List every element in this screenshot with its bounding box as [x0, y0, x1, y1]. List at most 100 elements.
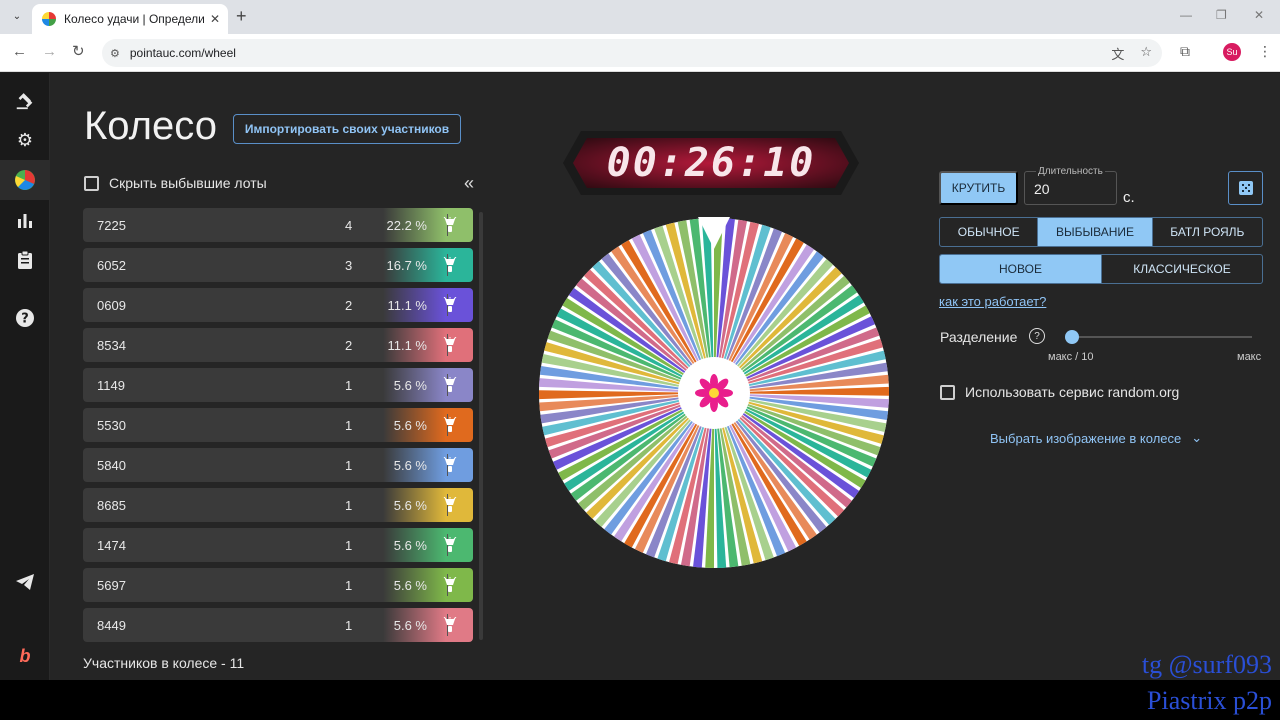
lot-name: 5530 — [97, 418, 126, 433]
close-window-icon[interactable]: ✕ — [1254, 8, 1264, 22]
lot-row[interactable]: 1474 1 5.6 % — [83, 528, 473, 562]
lot-lamp-icon[interactable] — [441, 496, 459, 514]
lot-count: 1 — [345, 618, 353, 633]
lot-row[interactable]: 0609 2 11.1 % — [83, 288, 473, 322]
lot-percent: 5.6 % — [393, 418, 427, 433]
lot-percent: 5.6 % — [393, 498, 427, 513]
random-dice-button[interactable] — [1228, 171, 1263, 205]
lot-row[interactable]: 8534 2 11.1 % — [83, 328, 473, 362]
how-it-works-link[interactable]: как это работает? — [939, 294, 1046, 309]
lot-row[interactable]: 5530 1 5.6 % — [83, 408, 473, 442]
timer-text: 00:26:10 — [606, 140, 816, 186]
collapse-panel-icon[interactable]: « — [464, 173, 474, 194]
lot-row[interactable]: 7225 4 22.2 % — [83, 208, 473, 242]
site-info-icon[interactable]: ⚙ — [110, 47, 120, 60]
lot-name: 0609 — [97, 298, 126, 313]
split-slider-thumb[interactable] — [1065, 330, 1079, 344]
browser-toolbar: ← → ↻ ⚙ pointauc.com/wheel 文 ☆ ⧉ ⋮ — [0, 34, 1280, 72]
variant-classic-button[interactable]: КЛАССИЧЕСКОЕ — [1102, 255, 1262, 283]
duration-value[interactable]: 20 — [1034, 181, 1050, 197]
profile-avatar[interactable]: Su — [1223, 43, 1241, 61]
stats-chart-icon[interactable] — [12, 207, 38, 233]
address-bar[interactable]: ⚙ pointauc.com/wheel 文 ☆ — [102, 39, 1162, 67]
lot-lamp-icon[interactable] — [441, 616, 459, 634]
help-icon[interactable]: ? — [12, 305, 38, 331]
random-org-checkbox[interactable] — [940, 384, 955, 400]
lot-count: 1 — [345, 578, 353, 593]
back-icon[interactable]: ← — [12, 44, 27, 60]
lot-percent: 22.2 % — [386, 218, 427, 233]
mode-elimination-button[interactable]: ВЫБЫВАНИЕ — [1038, 218, 1153, 246]
minimize-icon[interactable]: — — [1180, 8, 1192, 22]
lots-scrollbar[interactable] — [479, 212, 483, 640]
lot-count: 2 — [345, 298, 353, 313]
variant-new-button[interactable]: НОВОЕ — [940, 255, 1102, 283]
lot-lamp-icon[interactable] — [441, 456, 459, 474]
lot-row[interactable]: 8685 1 5.6 % — [83, 488, 473, 522]
translate-icon[interactable]: 文 — [1111, 44, 1124, 63]
lot-lamp-icon[interactable] — [441, 256, 459, 274]
lot-count: 3 — [345, 258, 353, 273]
spin-button[interactable]: КРУТИТЬ — [939, 171, 1018, 205]
lot-row[interactable]: 6052 3 16.7 % — [83, 248, 473, 282]
browser-tab[interactable]: Колесо удачи | Определите по ✕ — [32, 4, 228, 34]
lot-percent: 16.7 % — [386, 258, 427, 273]
lot-lamp-icon[interactable] — [441, 216, 459, 234]
lot-count: 4 — [345, 218, 353, 233]
url-text: pointauc.com/wheel — [129, 46, 236, 60]
lot-row[interactable]: 8449 1 5.6 % — [83, 608, 473, 642]
lot-row[interactable]: 5840 1 5.6 % — [83, 448, 473, 482]
auction-gavel-icon[interactable] — [12, 87, 38, 113]
import-participants-button[interactable]: Импортировать своих участников — [233, 114, 461, 144]
split-slider-track[interactable] — [1072, 336, 1252, 338]
forward-icon[interactable]: → — [42, 44, 57, 60]
telegram-icon[interactable] — [12, 569, 38, 595]
lot-name: 8449 — [97, 618, 126, 633]
hide-eliminated-label: Скрыть выбывшие лоты — [109, 175, 267, 191]
lot-lamp-icon[interactable] — [441, 576, 459, 594]
hide-eliminated-checkbox[interactable] — [84, 175, 99, 191]
new-tab-icon[interactable]: + — [236, 7, 247, 25]
chevron-down-icon: ⌄ — [1191, 430, 1203, 445]
lot-count: 1 — [345, 498, 353, 513]
reload-icon[interactable]: ↻ — [72, 44, 85, 60]
boosty-icon[interactable]: b — [12, 643, 38, 669]
clipboard-icon[interactable] — [12, 247, 38, 273]
bookmark-star-icon[interactable]: ☆ — [1140, 44, 1152, 63]
dice-icon — [1238, 181, 1253, 195]
mode-battle-royale-button[interactable]: БАТЛ РОЯЛЬ — [1153, 218, 1262, 246]
restore-icon[interactable]: ❐ — [1216, 8, 1227, 22]
close-tab-icon[interactable]: ✕ — [210, 12, 220, 26]
lot-count: 1 — [345, 538, 353, 553]
wheel[interactable] — [536, 215, 892, 571]
split-label: Разделение — [940, 329, 1018, 345]
wheel-center-flower-icon — [691, 370, 737, 416]
hide-eliminated-toggle[interactable]: Скрыть выбывшие лоты — [84, 175, 267, 191]
wheel-icon[interactable] — [12, 167, 38, 193]
browser-menu-icon[interactable]: ⋮ — [1258, 43, 1272, 60]
extensions-icon[interactable]: ⧉ — [1180, 43, 1190, 60]
timer-frame: 00:26:10 — [563, 131, 859, 195]
tab-search-icon[interactable]: ⌄ — [8, 7, 26, 25]
settings-gear-icon[interactable]: ⚙ — [12, 127, 38, 153]
app-sidebar: ⚙ ? b — [0, 73, 50, 680]
choose-wheel-image-button[interactable]: Выбрать изображение в колесе ⌄ — [990, 430, 1202, 446]
lot-lamp-icon[interactable] — [441, 296, 459, 314]
svg-text:?: ? — [21, 312, 29, 327]
lot-lamp-icon[interactable] — [441, 376, 459, 394]
lot-name: 8685 — [97, 498, 126, 513]
lot-name: 5697 — [97, 578, 126, 593]
mode-normal-button[interactable]: ОБЫЧНОЕ — [940, 218, 1039, 246]
lot-lamp-icon[interactable] — [441, 336, 459, 354]
split-help-icon[interactable]: ? — [1029, 328, 1045, 344]
duration-label: Длительность — [1036, 166, 1105, 177]
lot-row[interactable]: 1149 1 5.6 % — [83, 368, 473, 402]
random-org-toggle[interactable]: Использовать сервис random.org — [940, 384, 1179, 400]
lot-row[interactable]: 5697 1 5.6 % — [83, 568, 473, 602]
lot-lamp-icon[interactable] — [441, 416, 459, 434]
lot-count: 1 — [345, 378, 353, 393]
lot-lamp-icon[interactable] — [441, 536, 459, 554]
lot-percent: 5.6 % — [393, 538, 427, 553]
lots-list: 7225 4 22.2 % 6052 3 16.7 % 0609 2 11.1 % 8534 2 11… — [83, 208, 473, 648]
watermark-line2: Piastrix p2p — [1147, 686, 1272, 715]
